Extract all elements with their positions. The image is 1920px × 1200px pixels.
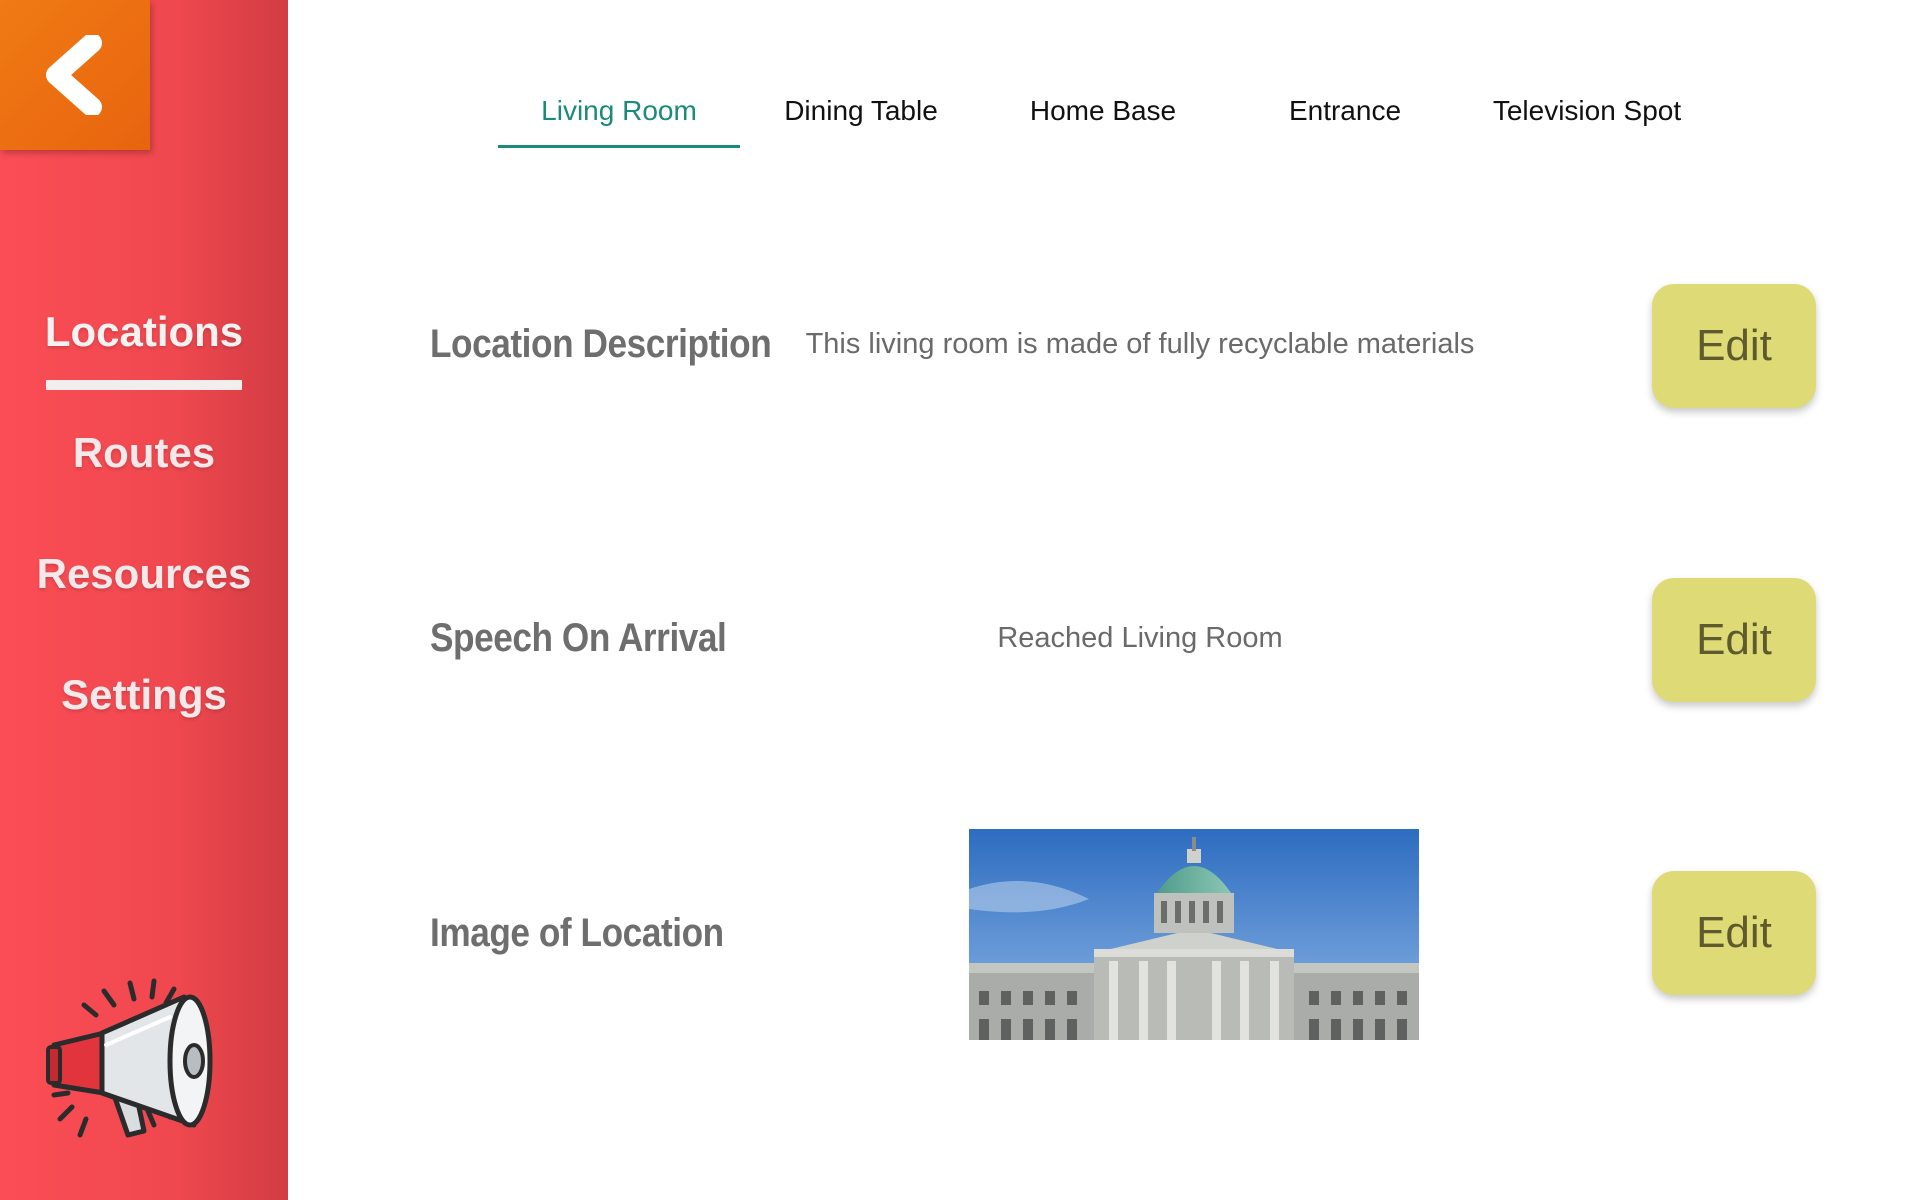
app-root: Locations Routes Resources Settings Livi… [0,0,1920,1200]
location-tabs: Living Room Dining Table Home Base Entra… [498,78,1708,148]
sidebar-nav: Locations Routes Resources Settings [0,270,288,754]
tab-living-room[interactable]: Living Room [498,78,740,148]
location-description-value: This living room is made of fully recycl… [805,328,1475,360]
megaphone-icon [46,978,213,1138]
location-description-label: Location Description [430,322,772,366]
sidebar-item-label: Locations [44,308,244,355]
sidebar-item-resources[interactable]: Resources [0,512,288,633]
sidebar-item-settings[interactable]: Settings [0,633,288,754]
image-of-location-label: Image of Location [430,911,724,955]
speech-on-arrival-label: Speech On Arrival [430,616,727,660]
chevron-left-icon [46,35,102,115]
location-image [969,829,1419,1040]
edit-image-button[interactable]: Edit [1652,871,1816,995]
tab-television-spot[interactable]: Television Spot [1466,78,1708,148]
tab-entrance[interactable]: Entrance [1224,78,1466,148]
location-description-row: Location Description This living room is… [430,284,1816,408]
speech-on-arrival-value: Reached Living Room [997,622,1283,654]
tab-dining-table[interactable]: Dining Table [740,78,982,148]
back-button[interactable] [0,0,150,150]
edit-description-button[interactable]: Edit [1652,284,1816,408]
main-panel: Living Room Dining Table Home Base Entra… [288,0,1920,1200]
edit-speech-button[interactable]: Edit [1652,578,1816,702]
sidebar-item-label: Resources [36,550,252,597]
sidebar: Locations Routes Resources Settings [0,0,288,1200]
tab-home-base[interactable]: Home Base [982,78,1224,148]
sidebar-item-routes[interactable]: Routes [0,391,288,512]
sidebar-item-label: Routes [72,429,216,476]
image-of-location-row: Image of Location Edit [430,829,1816,1040]
sidebar-item-label: Settings [61,671,227,718]
speech-on-arrival-row: Speech On Arrival Reached Living Room Ed… [430,578,1816,702]
sidebar-item-locations[interactable]: Locations [0,270,288,391]
